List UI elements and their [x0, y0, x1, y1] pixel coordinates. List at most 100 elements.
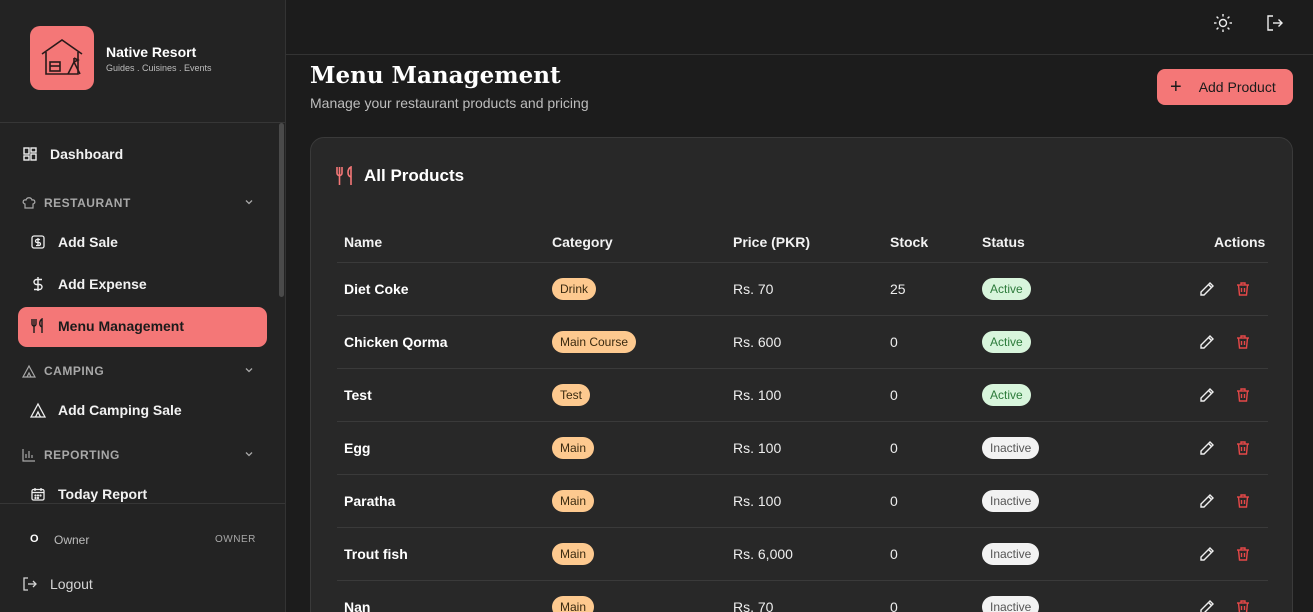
column-header-category[interactable]: Category: [552, 234, 613, 250]
utensils-icon: [335, 166, 355, 186]
row-actions: [1197, 263, 1269, 315]
sidebar-section-reporting[interactable]: REPORTING: [22, 448, 254, 462]
delete-button[interactable]: [1233, 332, 1253, 352]
product-stock: 0: [890, 546, 898, 562]
bar-chart-icon: [22, 448, 36, 462]
product-name: Diet Coke: [344, 281, 409, 297]
status-badge: Inactive: [982, 596, 1040, 612]
category-badge: Main: [552, 596, 595, 612]
product-price: Rs. 600: [733, 334, 782, 350]
status-cell: Inactive: [982, 475, 1040, 527]
pencil-icon: [1200, 547, 1214, 561]
status-badge: Inactive: [982, 543, 1040, 565]
status-cell: Active: [982, 369, 1031, 421]
delete-button[interactable]: [1233, 279, 1253, 299]
row-actions: [1197, 581, 1269, 612]
sidebar-item-dashboard[interactable]: Dashboard: [22, 146, 123, 162]
sidebar-section-restaurant[interactable]: RESTAURANT: [22, 196, 254, 210]
section-label: RESTAURANT: [44, 196, 131, 210]
sidebar-item-today-report[interactable]: Today Report: [30, 486, 147, 502]
status-badge: Active: [982, 278, 1031, 300]
product-stock: 0: [890, 493, 898, 509]
category-cell: Drink: [552, 263, 597, 315]
page-title: Menu Management: [310, 62, 561, 89]
plus-icon: +: [1170, 76, 1182, 98]
user-role-badge: OWNER: [215, 534, 256, 545]
product-name: Egg: [344, 440, 371, 456]
column-header-stock[interactable]: Stock: [890, 234, 928, 250]
product-price: Rs. 100: [733, 440, 782, 456]
sidebar-item-add-camping-sale[interactable]: Add Camping Sale: [30, 402, 182, 418]
page-subtitle: Manage your restaurant products and pric…: [310, 95, 589, 111]
column-header-price[interactable]: Price (PKR): [733, 234, 810, 250]
row-actions: [1197, 528, 1269, 580]
status-cell: Inactive: [982, 581, 1040, 612]
edit-button[interactable]: [1197, 544, 1217, 564]
delete-button[interactable]: [1233, 597, 1253, 612]
sidebar-item-label: Dashboard: [50, 146, 124, 162]
resort-logo-icon[interactable]: [30, 26, 94, 90]
pencil-icon: [1200, 388, 1214, 402]
brand-tagline: Guides . Cuisines . Events: [106, 63, 212, 73]
table-row: Test Test Rs. 100 0 Active: [337, 368, 1268, 421]
product-name: Chicken Qorma: [344, 334, 448, 350]
sidebar-section-camping[interactable]: CAMPING: [22, 364, 254, 378]
delete-button[interactable]: [1233, 438, 1253, 458]
table-row: Diet Coke Drink Rs. 70 25 Active: [337, 262, 1268, 315]
utensils-icon: [30, 318, 46, 334]
sidebar-scrollbar[interactable]: [279, 123, 284, 297]
trash-icon: [1237, 547, 1249, 561]
table-row: Egg Main Rs. 100 0 Inactive: [337, 421, 1268, 474]
logout-button[interactable]: Logout: [22, 576, 93, 592]
edit-button[interactable]: [1197, 279, 1217, 299]
row-actions: [1197, 422, 1269, 474]
edit-button[interactable]: [1197, 438, 1217, 458]
product-stock: 0: [890, 387, 898, 403]
card-title: All Products: [335, 166, 464, 186]
edit-button[interactable]: [1197, 597, 1217, 612]
category-badge: Main: [552, 543, 595, 565]
user-profile: O Owner OWNER: [0, 503, 285, 561]
sidebar-item-add-expense[interactable]: Add Expense: [30, 276, 147, 292]
sidebar-item-label: Add Expense: [58, 276, 147, 292]
trash-icon: [1237, 441, 1249, 455]
chevron-down-icon: [244, 196, 254, 210]
edit-button[interactable]: [1197, 491, 1217, 511]
row-actions: [1197, 369, 1269, 421]
column-header-actions: Actions: [1214, 234, 1266, 250]
category-badge: Main: [552, 437, 595, 459]
top-logout-button[interactable]: [1263, 13, 1287, 37]
product-price: Rs. 6,000: [733, 546, 793, 562]
delete-button[interactable]: [1233, 544, 1253, 564]
edit-button[interactable]: [1197, 332, 1217, 352]
category-badge: Drink: [552, 278, 597, 300]
trash-icon: [1237, 388, 1249, 402]
products-card: All Products Name Category Price (PKR) S…: [310, 137, 1293, 612]
product-price: Rs. 100: [733, 387, 782, 403]
sidebar-item-add-sale[interactable]: Add Sale: [30, 234, 118, 250]
sun-icon: [1213, 13, 1233, 38]
delete-button[interactable]: [1233, 385, 1253, 405]
tent-icon: [22, 364, 36, 378]
column-header-status[interactable]: Status: [982, 234, 1025, 250]
product-stock: 25: [890, 281, 906, 297]
delete-button[interactable]: [1233, 491, 1253, 511]
theme-toggle-button[interactable]: [1211, 13, 1235, 37]
status-cell: Inactive: [982, 528, 1040, 580]
product-stock: 0: [890, 599, 898, 612]
edit-button[interactable]: [1197, 385, 1217, 405]
table-row: Trout fish Main Rs. 6,000 0 Inactive: [337, 527, 1268, 580]
status-badge: Inactive: [982, 490, 1040, 512]
trash-icon: [1237, 282, 1249, 296]
column-header-name[interactable]: Name: [344, 234, 382, 250]
sidebar-item-menu-management-content[interactable]: Menu Management: [30, 318, 184, 334]
trash-icon: [1237, 494, 1249, 508]
trash-icon: [1237, 335, 1249, 349]
add-product-button[interactable]: + Add Product: [1157, 69, 1293, 105]
top-bar: [286, 0, 1313, 55]
sidebar-item-label: Add Sale: [58, 234, 118, 250]
table-row: Chicken Qorma Main Course Rs. 600 0 Active: [337, 315, 1268, 368]
status-cell: Active: [982, 263, 1031, 315]
add-product-label: Add Product: [1198, 79, 1276, 95]
chevron-down-icon: [244, 364, 254, 378]
